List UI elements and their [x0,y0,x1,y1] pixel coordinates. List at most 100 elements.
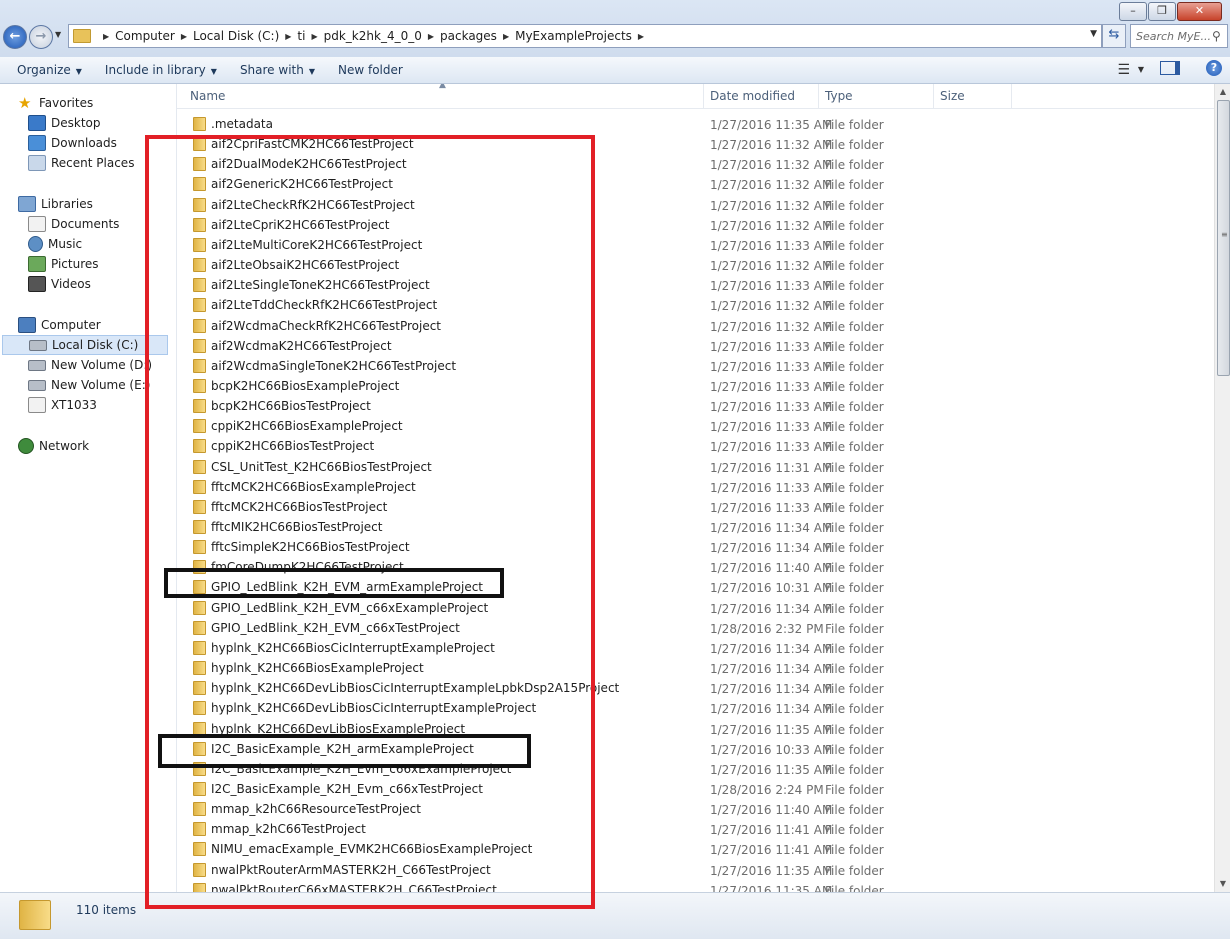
address-dropdown-icon[interactable]: ▼ [1090,29,1097,39]
chevron-down-icon[interactable]: ▼ [1138,65,1144,74]
scroll-up-icon[interactable]: ▲ [1215,84,1230,100]
nav-volume-e[interactable]: New Volume (E:) [28,375,150,395]
nav-favorites[interactable]: ★ Favorites [18,93,93,113]
new-folder-button[interactable]: New folder [338,63,403,77]
organize-label: Organize [17,63,71,77]
nav-label: Videos [51,277,91,291]
file-date: 1/27/2016 11:33 AM [710,279,833,294]
help-icon[interactable]: ? [1206,60,1222,76]
breadcrumb-computer[interactable]: Computer [115,29,175,43]
chevron-right-icon[interactable]: ▶ [285,32,291,41]
breadcrumb-pdk[interactable]: pdk_k2hk_4_0_0 [324,29,422,43]
nav-recent-places[interactable]: Recent Places [28,153,134,173]
nav-documents[interactable]: Documents [28,214,119,234]
file-date: 1/27/2016 11:34 AM [710,641,833,656]
nav-downloads[interactable]: Downloads [28,133,117,153]
change-view-icon[interactable]: ☰ [1117,62,1130,78]
nav-label: New Volume (D:) [51,358,153,372]
nav-libraries[interactable]: Libraries [18,194,93,214]
file-type: File folder [825,823,884,838]
search-input[interactable] [1131,27,1212,45]
forward-button[interactable]: → [29,25,53,49]
nav-music[interactable]: Music [28,234,82,254]
chevron-down-icon: ▼ [75,67,82,76]
nav-label: Desktop [51,116,101,130]
star-icon: ★ [18,94,32,112]
column-date-modified[interactable]: Date modified [704,84,819,108]
refresh-button[interactable]: ⇆ [1102,24,1126,48]
file-date: 1/27/2016 11:33 AM [710,500,833,515]
address-bar[interactable]: ▶ Computer ▶ Local Disk (C:) ▶ ti ▶ pdk_… [68,24,1102,48]
music-icon [28,236,43,252]
file-date: 1/27/2016 11:34 AM [710,682,833,697]
scroll-thumb[interactable]: ≡ [1217,100,1230,376]
column-type[interactable]: Type [819,84,934,108]
file-type: File folder [825,198,884,213]
search-box[interactable]: ⚲ [1130,24,1228,48]
file-date: 1/27/2016 11:40 AM [710,803,833,818]
preview-pane-icon[interactable] [1160,61,1180,75]
file-date: 1/27/2016 11:33 AM [710,339,833,354]
organize-button[interactable]: Organize ▼ [17,63,82,77]
file-type: File folder [825,682,884,697]
file-date: 1/27/2016 10:31 AM [710,581,833,596]
maximize-button[interactable]: ❐ [1148,2,1176,21]
file-row[interactable]: .metadata 1/27/2016 11:35 AM File folder [177,114,1214,134]
scroll-down-icon[interactable]: ▼ [1215,876,1230,892]
file-type: File folder [825,138,884,153]
chevron-down-icon: ▼ [308,67,315,76]
file-date: 1/27/2016 11:31 AM [710,460,833,475]
file-type: File folder [825,279,884,294]
chevron-right-icon[interactable]: ▶ [503,32,509,41]
file-type: File folder [825,762,884,777]
nav-computer[interactable]: Computer [18,315,101,335]
file-date: 1/27/2016 11:33 AM [710,480,833,495]
nav-xt1033[interactable]: XT1033 [28,395,97,415]
chevron-right-icon[interactable]: ▶ [181,32,187,41]
file-type: File folder [825,863,884,878]
minimize-button[interactable]: – [1119,2,1147,21]
breadcrumb-myexampleprojects[interactable]: MyExampleProjects [515,29,632,43]
recent-pages-dropdown-icon[interactable]: ▼ [55,30,61,39]
file-type: File folder [825,662,884,677]
search-icon[interactable]: ⚲ [1212,29,1221,43]
column-size[interactable]: Size [934,84,1012,108]
nav-network[interactable]: Network [18,436,89,456]
chevron-right-icon[interactable]: ▶ [311,32,317,41]
file-date: 1/27/2016 11:40 AM [710,561,833,576]
nav-label: Computer [41,318,101,332]
file-date: 1/27/2016 11:41 AM [710,823,833,838]
back-button[interactable]: ← [3,25,27,49]
sort-up-icon: ▲ [439,84,446,90]
window-controls: – ❐ ✕ [1118,2,1222,21]
nav-label: Documents [51,217,120,231]
chevron-right-icon[interactable]: ▶ [638,32,644,41]
nav-desktop[interactable]: Desktop [28,113,101,133]
title-address-bar: – ❐ ✕ ← → ▼ ▶ Computer ▶ Local Disk (C:)… [0,0,1230,57]
breadcrumb-packages[interactable]: packages [440,29,497,43]
nav-pictures[interactable]: Pictures [28,254,99,274]
downloads-icon [28,135,46,151]
include-label: Include in library [104,63,206,77]
file-date: 1/27/2016 11:33 AM [710,359,833,374]
vertical-scrollbar[interactable]: ▲ ≡ ▼ [1214,84,1230,892]
nav-label: Libraries [41,197,93,211]
file-type: File folder [825,782,884,797]
nav-videos[interactable]: Videos [28,274,91,294]
nav-local-disk[interactable]: Local Disk (C:) [2,335,168,355]
breadcrumb-ti[interactable]: ti [297,29,305,43]
share-with-button[interactable]: Share with ▼ [240,63,315,77]
include-in-library-button[interactable]: Include in library ▼ [105,63,217,77]
drive-icon [28,359,46,371]
breadcrumb-local-disk[interactable]: Local Disk (C:) [193,29,279,43]
file-type: File folder [825,702,884,717]
column-header: Name ▲ Date modified Type Size [177,84,1214,109]
chevron-right-icon[interactable]: ▶ [103,32,109,41]
file-type: File folder [825,379,884,394]
nav-volume-d[interactable]: New Volume (D:) [28,355,152,375]
file-type: File folder [825,722,884,737]
chevron-right-icon[interactable]: ▶ [428,32,434,41]
close-button[interactable]: ✕ [1177,2,1222,21]
file-name-cell[interactable]: .metadata [193,116,273,132]
command-bar: Organize ▼ Include in library ▼ Share with… [0,57,1230,84]
